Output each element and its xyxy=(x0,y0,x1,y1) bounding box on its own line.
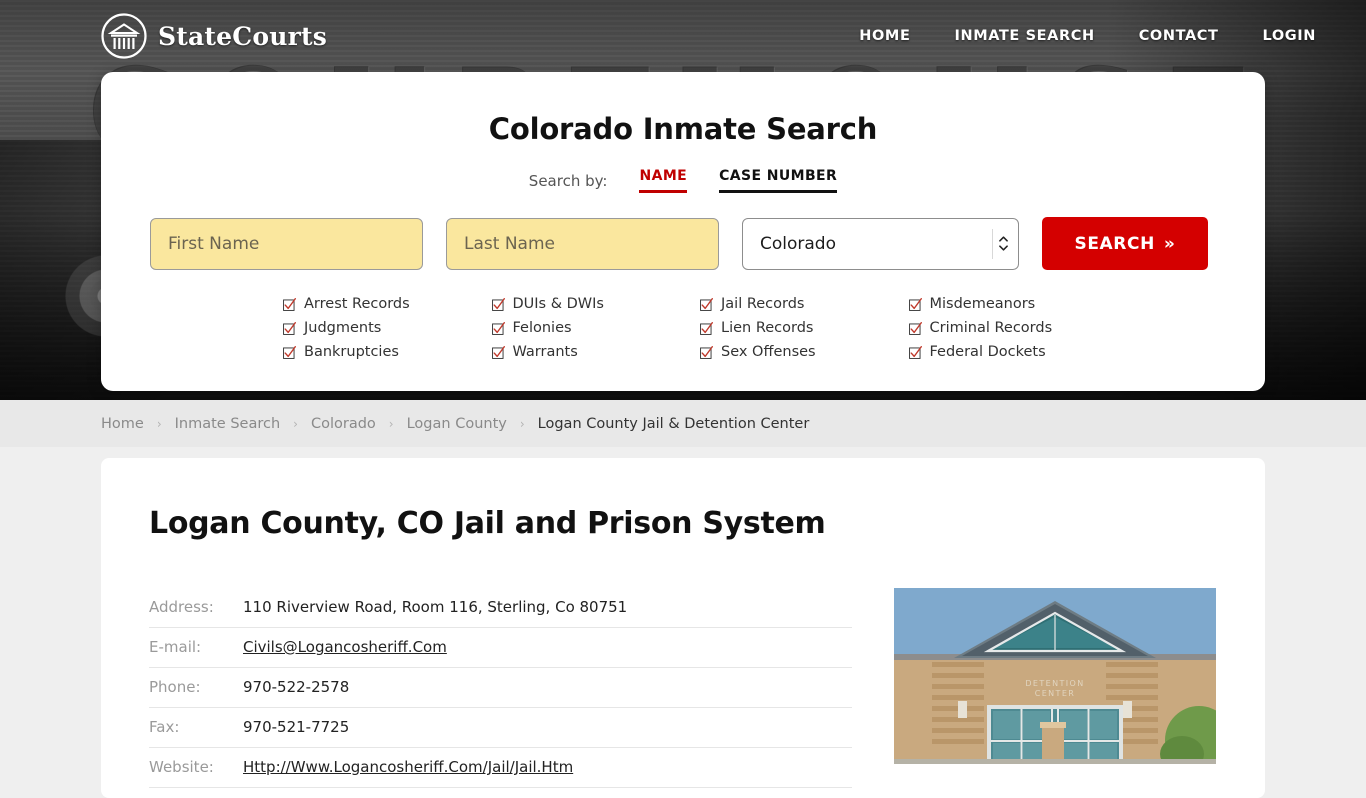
record-type-item[interactable]: Jail Records xyxy=(700,292,909,316)
tab-search-by-case-number[interactable]: CASE NUMBER xyxy=(719,168,838,193)
info-label-email: E-mail: xyxy=(149,638,202,656)
info-label-phone: Phone: xyxy=(149,678,201,696)
main-navigation: HOME INMATE SEARCH CONTACT LOGIN xyxy=(859,28,1316,44)
info-label-address: Address: xyxy=(149,598,214,616)
record-type-label: Sex Offenses xyxy=(721,344,816,360)
record-type-label: Misdemeanors xyxy=(929,296,1036,312)
record-type-label: Federal Dockets xyxy=(929,344,1046,360)
nav-item-inmate-search[interactable]: INMATE SEARCH xyxy=(954,28,1094,44)
search-button-label: SEARCH xyxy=(1074,233,1155,254)
info-value-fax: 970-521-7725 xyxy=(243,718,350,736)
chevron-right-icon: › xyxy=(156,416,162,431)
table-row: Phone: 970-522-2578 xyxy=(149,668,852,708)
table-row: Fax: 970-521-7725 xyxy=(149,708,852,748)
breadcrumb-item-colorado[interactable]: Colorado xyxy=(311,416,376,432)
info-label-fax: Fax: xyxy=(149,718,180,736)
courthouse-circle-icon xyxy=(101,13,147,59)
info-value-email: Civils@Logancosheriff.Com xyxy=(243,628,852,668)
email-link[interactable]: Civils@Logancosheriff.Com xyxy=(243,638,447,656)
chevron-right-icon: › xyxy=(388,416,394,431)
facility-photo: DETENTION CENTER xyxy=(894,588,1216,764)
record-type-item[interactable]: Felonies xyxy=(491,316,701,340)
double-chevron-right-icon: » xyxy=(1163,233,1176,254)
nav-item-contact[interactable]: CONTACT xyxy=(1139,28,1219,44)
record-type-item[interactable]: Bankruptcies xyxy=(283,340,492,364)
info-value-phone: 970-522-2578 xyxy=(243,678,350,696)
breadcrumb-item-inmate-search[interactable]: Inmate Search xyxy=(175,416,281,432)
chevron-right-icon: › xyxy=(293,416,298,431)
facility-info-table: Address: 110 Riverview Road, Room 116, S… xyxy=(149,588,852,788)
facility-detail-card: Logan County, CO Jail and Prison System … xyxy=(101,458,1265,798)
svg-text:CENTER: CENTER xyxy=(1035,689,1076,698)
search-by-label: Search by: xyxy=(528,171,608,190)
record-type-label: Judgments xyxy=(304,320,382,336)
record-type-item[interactable]: Misdemeanors xyxy=(908,292,1118,316)
chevron-down-icon xyxy=(999,245,1008,251)
record-type-label: Warrants xyxy=(512,344,578,360)
record-type-item[interactable]: Sex Offenses xyxy=(700,340,909,364)
chevron-up-icon xyxy=(999,236,1008,242)
checked-checkbox-icon xyxy=(700,321,713,335)
record-type-item[interactable]: DUIs & DWIs xyxy=(491,292,701,316)
checked-checkbox-icon xyxy=(700,345,713,359)
info-value-address: 110 Riverview Road, Room 116, Sterling, … xyxy=(243,598,628,616)
record-type-list: Arrest Records DUIs & DWIs Jail Records xyxy=(149,292,1217,364)
record-type-label: Lien Records xyxy=(721,320,814,336)
record-type-item[interactable]: Judgments xyxy=(283,316,492,340)
tab-search-by-name[interactable]: NAME xyxy=(639,168,688,193)
checked-checkbox-icon xyxy=(283,297,296,311)
inmate-search-card: Colorado Inmate Search Search by: NAME C… xyxy=(101,72,1265,391)
record-type-label: DUIs & DWIs xyxy=(512,296,604,312)
breadcrumb-item-logan-county[interactable]: Logan County xyxy=(407,416,507,432)
record-type-item[interactable]: Criminal Records xyxy=(908,316,1118,340)
search-by-row: Search by: NAME CASE NUMBER xyxy=(149,168,1217,193)
record-type-label: Criminal Records xyxy=(929,320,1053,336)
checked-checkbox-icon xyxy=(908,297,922,311)
breadcrumb-bar: Home › Inmate Search › Colorado › Logan … xyxy=(0,400,1366,447)
breadcrumb-item-current: Logan County Jail & Detention Center xyxy=(537,415,810,432)
hero-section: COURTHOUSE StateCourts HOME INMATE SEARC… xyxy=(0,0,1366,400)
table-row: Address: 110 Riverview Road, Room 116, S… xyxy=(149,588,852,628)
chevron-right-icon: › xyxy=(519,416,525,431)
search-card-title: Colorado Inmate Search xyxy=(488,112,878,146)
checked-checkbox-icon xyxy=(491,345,505,359)
record-type-label: Jail Records xyxy=(721,296,805,312)
table-row: E-mail: Civils@Logancosheriff.Com xyxy=(149,628,852,668)
checked-checkbox-icon xyxy=(283,321,296,335)
first-name-input[interactable] xyxy=(150,217,423,270)
site-header: StateCourts HOME INMATE SEARCH CONTACT L… xyxy=(0,0,1366,72)
select-stepper-icon[interactable] xyxy=(992,228,1010,259)
facility-info-wrap: Address: 110 Riverview Road, Room 116, S… xyxy=(149,588,1217,788)
logo-text: StateCourts xyxy=(158,21,327,51)
breadcrumb-item-home[interactable]: Home xyxy=(101,416,144,432)
record-type-label: Bankruptcies xyxy=(304,344,399,360)
search-button[interactable]: SEARCH » xyxy=(1042,217,1208,270)
detention-center-building-image: DETENTION CENTER xyxy=(894,588,1216,764)
last-name-input[interactable] xyxy=(446,217,719,270)
checked-checkbox-icon xyxy=(491,321,505,335)
site-logo[interactable]: StateCourts xyxy=(100,12,327,60)
nav-item-login[interactable]: LOGIN xyxy=(1263,28,1316,44)
checked-checkbox-icon xyxy=(491,297,505,311)
record-type-item[interactable]: Lien Records xyxy=(700,316,909,340)
website-link[interactable]: Http://Www.Logancosheriff.Com/Jail/Jail.… xyxy=(243,758,573,776)
checked-checkbox-icon xyxy=(908,345,922,359)
record-type-label: Felonies xyxy=(512,320,572,336)
record-type-item[interactable]: Warrants xyxy=(491,340,701,364)
record-type-label: Arrest Records xyxy=(304,296,410,312)
search-form-row: Colorado SEARCH » xyxy=(149,217,1217,270)
record-type-item[interactable]: Arrest Records xyxy=(283,292,492,316)
state-select[interactable]: Colorado xyxy=(742,217,1019,270)
svg-text:DETENTION: DETENTION xyxy=(1025,679,1084,688)
checked-checkbox-icon xyxy=(283,345,296,359)
page-title: Logan County, CO Jail and Prison System xyxy=(149,506,826,541)
state-select-value: Colorado xyxy=(760,233,836,254)
breadcrumb: Home › Inmate Search › Colorado › Logan … xyxy=(101,416,809,432)
nav-item-home[interactable]: HOME xyxy=(859,28,910,44)
checked-checkbox-icon xyxy=(908,321,922,335)
record-type-item[interactable]: Federal Dockets xyxy=(908,340,1118,364)
checked-checkbox-icon xyxy=(700,297,713,311)
